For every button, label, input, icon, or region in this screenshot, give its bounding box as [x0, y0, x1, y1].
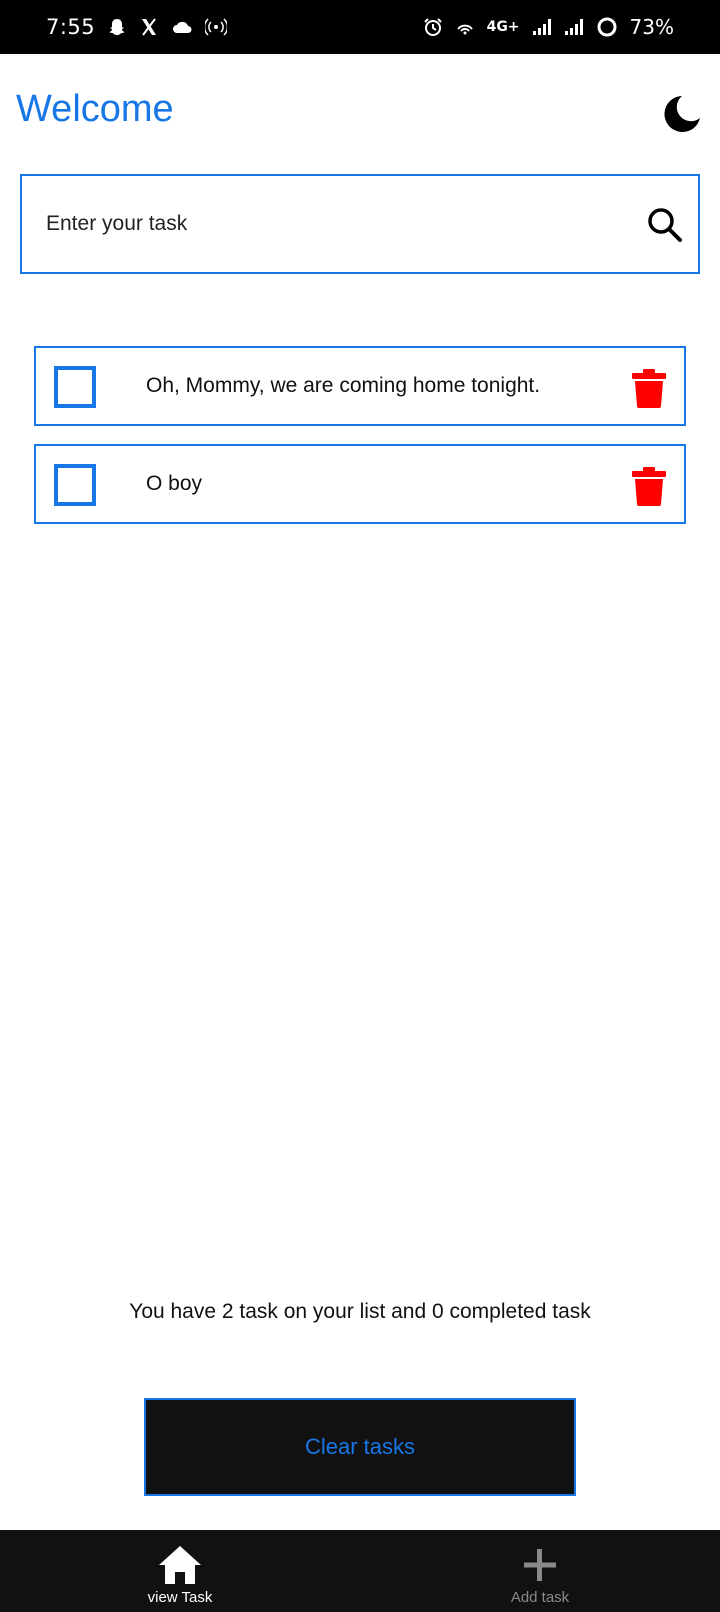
nav-view-task-label: view Task: [147, 1589, 213, 1606]
search-bar: [20, 174, 700, 274]
task-item: O boy: [34, 444, 686, 524]
page-title: Welcome: [16, 88, 174, 130]
moon-icon: [664, 96, 700, 132]
signal-icon: [564, 18, 584, 36]
signal-icon: [532, 18, 552, 36]
home-icon: [159, 1546, 201, 1584]
status-right: 4G+ 73%: [423, 15, 674, 39]
task-summary: You have 2 task on your list and 0 compl…: [129, 1300, 591, 1323]
plus-icon: [524, 1549, 556, 1581]
trash-icon: [632, 467, 666, 506]
nav-view-task[interactable]: view Task: [80, 1530, 280, 1612]
delete-task-button[interactable]: [630, 368, 668, 408]
task-text: O boy: [146, 472, 203, 495]
task-item: Oh, Mommy, we are coming home tonight.: [34, 346, 686, 426]
nav-add-task-label: Add task: [510, 1589, 570, 1606]
task-checkbox[interactable]: [54, 464, 96, 506]
task-checkbox[interactable]: [54, 366, 96, 408]
bottom-nav: view Task Add task: [0, 1530, 720, 1612]
alarm-icon: [423, 17, 443, 37]
network-type: 4G+: [486, 19, 520, 35]
battery-icon: [596, 16, 618, 38]
x-icon: [139, 17, 159, 37]
hotspot-icon: [205, 17, 228, 37]
task-input[interactable]: [46, 204, 606, 244]
delete-task-button[interactable]: [630, 466, 668, 506]
status-bar: 7:55 4G+ 73%: [0, 0, 720, 54]
search-button[interactable]: [646, 206, 684, 244]
clear-tasks-button[interactable]: Clear tasks: [144, 1398, 576, 1496]
nav-add-task[interactable]: Add task: [440, 1530, 640, 1612]
theme-toggle-button[interactable]: [660, 92, 702, 134]
task-text: Oh, Mommy, we are coming home tonight.: [146, 374, 541, 397]
trash-icon: [632, 369, 666, 408]
wifi-calling-icon: [455, 17, 475, 37]
status-time: 7:55: [46, 15, 96, 39]
search-icon: [648, 208, 682, 242]
battery-percent: 73%: [629, 15, 674, 39]
snapchat-icon: [107, 17, 127, 37]
cloud-icon: [171, 19, 193, 35]
status-left: 7:55: [46, 15, 228, 39]
